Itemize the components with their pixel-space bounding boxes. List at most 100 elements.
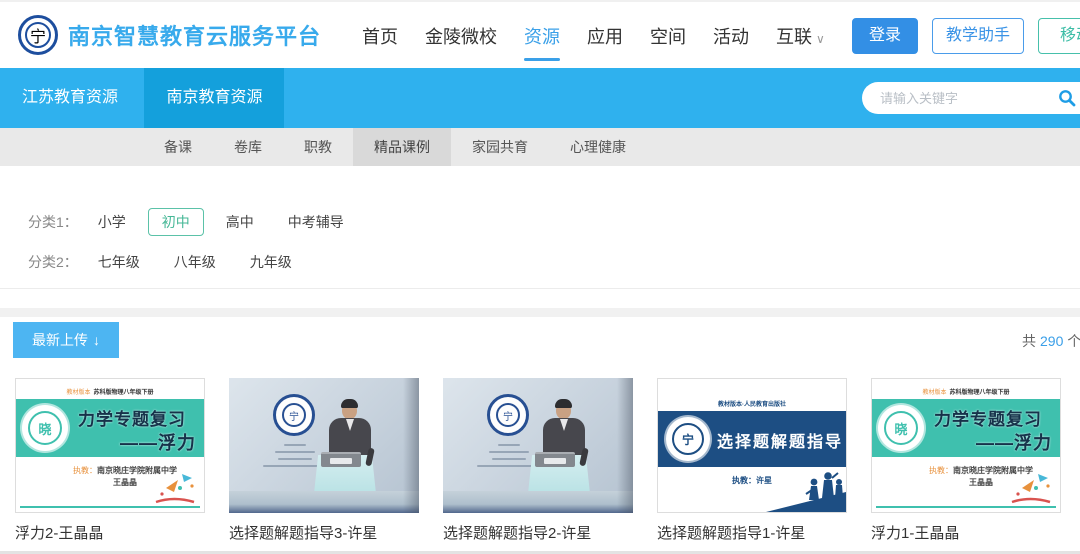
video-title[interactable]: 浮力1-王晶晶 bbox=[871, 522, 1061, 543]
count-number: 290 bbox=[1036, 333, 1067, 349]
filter-row-1-label: 分类1： bbox=[28, 212, 78, 232]
studio-floor bbox=[443, 491, 633, 513]
slide-title-line2: ——浮力 bbox=[120, 429, 196, 455]
count-suffix: 个视频 bbox=[1067, 333, 1080, 349]
video-title[interactable]: 选择题解题指导1-许星 bbox=[657, 522, 847, 543]
slide-title: 选择题解题指导 bbox=[714, 428, 846, 452]
cat-item-lesson-prep[interactable]: 备课 bbox=[143, 128, 213, 166]
video-card[interactable]: 宁 选择题解题指导2-许星 bbox=[443, 378, 633, 543]
nav-item-apps[interactable]: 应用 bbox=[587, 17, 623, 55]
school-logo-icon: 晓 bbox=[878, 405, 924, 451]
filter-exam-coaching[interactable]: 中考辅导 bbox=[288, 212, 344, 232]
school-logo-glyph: 晓 bbox=[28, 411, 62, 445]
filter-grade-9[interactable]: 九年级 bbox=[250, 252, 292, 272]
nav-item-resources[interactable]: 资源 bbox=[524, 17, 560, 55]
laptop-icon bbox=[535, 452, 575, 467]
slide-edition-text: 苏科版物理八年级下册 bbox=[950, 390, 1010, 396]
cat-item-mental-health[interactable]: 心理健康 bbox=[549, 128, 647, 166]
slide-bottom-rule bbox=[876, 506, 1056, 508]
school-logo-icon: 晓 bbox=[22, 405, 68, 451]
section-separator bbox=[0, 308, 1080, 317]
tab-nanjing-resources[interactable]: 南京教育资源 bbox=[144, 68, 284, 128]
slide-edition-line: 教材版本苏科版物理八年级下册 bbox=[16, 387, 204, 396]
nav-item-interconnect[interactable]: 互联 ∨ bbox=[776, 17, 825, 55]
filter-grade-7[interactable]: 七年级 bbox=[98, 252, 140, 272]
cat-item-paper-bank[interactable]: 卷库 bbox=[213, 128, 283, 166]
resource-subnav: 江苏教育资源 南京教育资源 bbox=[0, 68, 1080, 128]
presenter-hair bbox=[555, 399, 572, 408]
platform-logo-emblem: 宁 bbox=[25, 22, 51, 48]
school-logo-glyph: 宁 bbox=[672, 423, 704, 455]
sort-latest-label: 最新上传 bbox=[32, 330, 88, 350]
nav-item-home[interactable]: 首页 bbox=[362, 17, 398, 55]
video-thumbnail[interactable]: 教材版本苏科版物理八年级下册 力学专题复习 ——浮力 晓 执教：南京晓庄学院附属… bbox=[871, 378, 1061, 513]
slide-title-line2: ——浮力 bbox=[976, 429, 1052, 455]
tab-jiangsu-resources[interactable]: 江苏教育资源 bbox=[0, 68, 140, 128]
video-title[interactable]: 浮力2-王晶晶 bbox=[15, 522, 205, 543]
teacher-label: 执教： bbox=[73, 466, 97, 475]
nav-item-interconnect-label: 互联 bbox=[776, 27, 812, 47]
cat-item-home-school[interactable]: 家园共育 bbox=[451, 128, 549, 166]
result-count: 共290个视频 bbox=[1022, 331, 1080, 351]
brand[interactable]: 宁 南京智慧教育云服务平台 bbox=[18, 15, 321, 55]
nav-item-jinling-school[interactable]: 金陵微校 bbox=[425, 17, 497, 55]
school-logo-icon: 宁 bbox=[666, 417, 710, 461]
platform-logo-icon: 宁 bbox=[18, 15, 58, 55]
filter-grade-8[interactable]: 八年级 bbox=[174, 252, 216, 272]
filter-row-2: 分类2： 七年级 八年级 九年级 bbox=[28, 247, 326, 277]
slide-bottom-rule bbox=[20, 506, 200, 508]
studio-logo-icon: 宁 bbox=[273, 394, 315, 436]
slide-edition-line: 教材版本苏科版物理八年级下册 bbox=[872, 387, 1060, 396]
studio-logo-icon: 宁 bbox=[487, 394, 529, 436]
sort-latest-button[interactable]: 最新上传 ↓ bbox=[13, 322, 119, 358]
cat-item-premium-lessons[interactable]: 精品课例 bbox=[353, 128, 451, 166]
page: 宁 南京智慧教育云服务平台 首页 金陵微校 资源 应用 空间 活动 互联 ∨ 登录… bbox=[0, 0, 1080, 554]
chevron-down-icon: ∨ bbox=[816, 32, 825, 46]
paper-plane-illustration-icon bbox=[1004, 468, 1056, 506]
nav-item-space[interactable]: 空间 bbox=[650, 17, 686, 55]
video-thumbnail[interactable]: 宁 bbox=[229, 378, 419, 513]
studio-logo-glyph: 宁 bbox=[282, 403, 306, 427]
video-card[interactable]: 宁 选择题解题指导3-许星 bbox=[229, 378, 419, 543]
header: 宁 南京智慧教育云服务平台 首页 金陵微校 资源 应用 空间 活动 互联 ∨ 登录… bbox=[0, 0, 1080, 68]
studio-curtain bbox=[617, 378, 633, 513]
teacher-label: 执教： bbox=[929, 466, 953, 475]
nav-item-activities[interactable]: 活动 bbox=[713, 17, 749, 55]
login-button[interactable]: 登录 bbox=[852, 18, 918, 54]
brand-title: 南京智慧教育云服务平台 bbox=[68, 19, 321, 51]
filter-row-2-label: 分类2： bbox=[28, 252, 78, 272]
category-bar: 备课 卷库 职教 精品课例 家园共育 心理健康 bbox=[0, 128, 1080, 166]
studio-logo-glyph: 宁 bbox=[496, 403, 520, 427]
video-card[interactable]: 教材版本苏科版物理八年级下册 力学专题复习 ——浮力 晓 执教：南京晓庄学院附属… bbox=[871, 378, 1061, 543]
laptop-icon bbox=[321, 452, 361, 467]
video-thumbnail[interactable]: 教材版本苏科版物理八年级下册 力学专题复习 ——浮力 晓 执教：南京晓庄学院附属… bbox=[15, 378, 205, 513]
arrow-down-icon: ↓ bbox=[93, 332, 100, 348]
video-title[interactable]: 选择题解题指导3-许星 bbox=[229, 522, 419, 543]
slide-title-line1: 力学专题复习 bbox=[78, 405, 186, 430]
video-card[interactable]: 教材版本苏科版物理八年级下册 力学专题复习 ——浮力 晓 执教：南京晓庄学院附属… bbox=[15, 378, 205, 543]
slide-edition-text: 苏科版物理八年级下册 bbox=[94, 390, 154, 396]
video-thumbnail[interactable]: 宁 bbox=[443, 378, 633, 513]
filter-row-1: 分类1： 小学 初中 高中 中考辅导 bbox=[28, 207, 378, 237]
video-title[interactable]: 选择题解题指导2-许星 bbox=[443, 522, 633, 543]
mobile-button[interactable]: 移动端 bbox=[1038, 18, 1080, 54]
school-logo-glyph: 晓 bbox=[884, 411, 918, 445]
video-card-list: 教材版本苏科版物理八年级下册 力学专题复习 ——浮力 晓 执教：南京晓庄学院附属… bbox=[15, 378, 1061, 543]
paper-plane-illustration-icon bbox=[148, 468, 200, 506]
filter-senior-high[interactable]: 高中 bbox=[226, 212, 254, 232]
slide-edition-line: 教材版本·人民教育出版社 bbox=[658, 399, 846, 408]
cat-item-vocational[interactable]: 职教 bbox=[283, 128, 353, 166]
video-thumbnail[interactable]: 教材版本·人民教育出版社 选择题解题指导 宁 执教：许星 bbox=[657, 378, 847, 513]
slide-title-line1: 力学专题复习 bbox=[934, 405, 1042, 430]
search-input[interactable] bbox=[880, 82, 1045, 114]
filter-primary[interactable]: 小学 bbox=[98, 212, 126, 232]
header-buttons: 登录 教学助手 移动端 bbox=[852, 18, 1080, 54]
slide-edition-tag: 教材版本 bbox=[922, 390, 946, 396]
search-box bbox=[862, 82, 1080, 114]
search-icon[interactable] bbox=[1058, 89, 1076, 107]
slide-edition-tag: 教材版本 bbox=[66, 390, 90, 396]
video-card[interactable]: 教材版本·人民教育出版社 选择题解题指导 宁 执教：许星 选择题解题指导1 bbox=[657, 378, 847, 543]
count-prefix: 共 bbox=[1022, 333, 1036, 349]
filter-junior-high[interactable]: 初中 bbox=[148, 208, 204, 236]
teaching-assistant-button[interactable]: 教学助手 bbox=[932, 18, 1024, 54]
